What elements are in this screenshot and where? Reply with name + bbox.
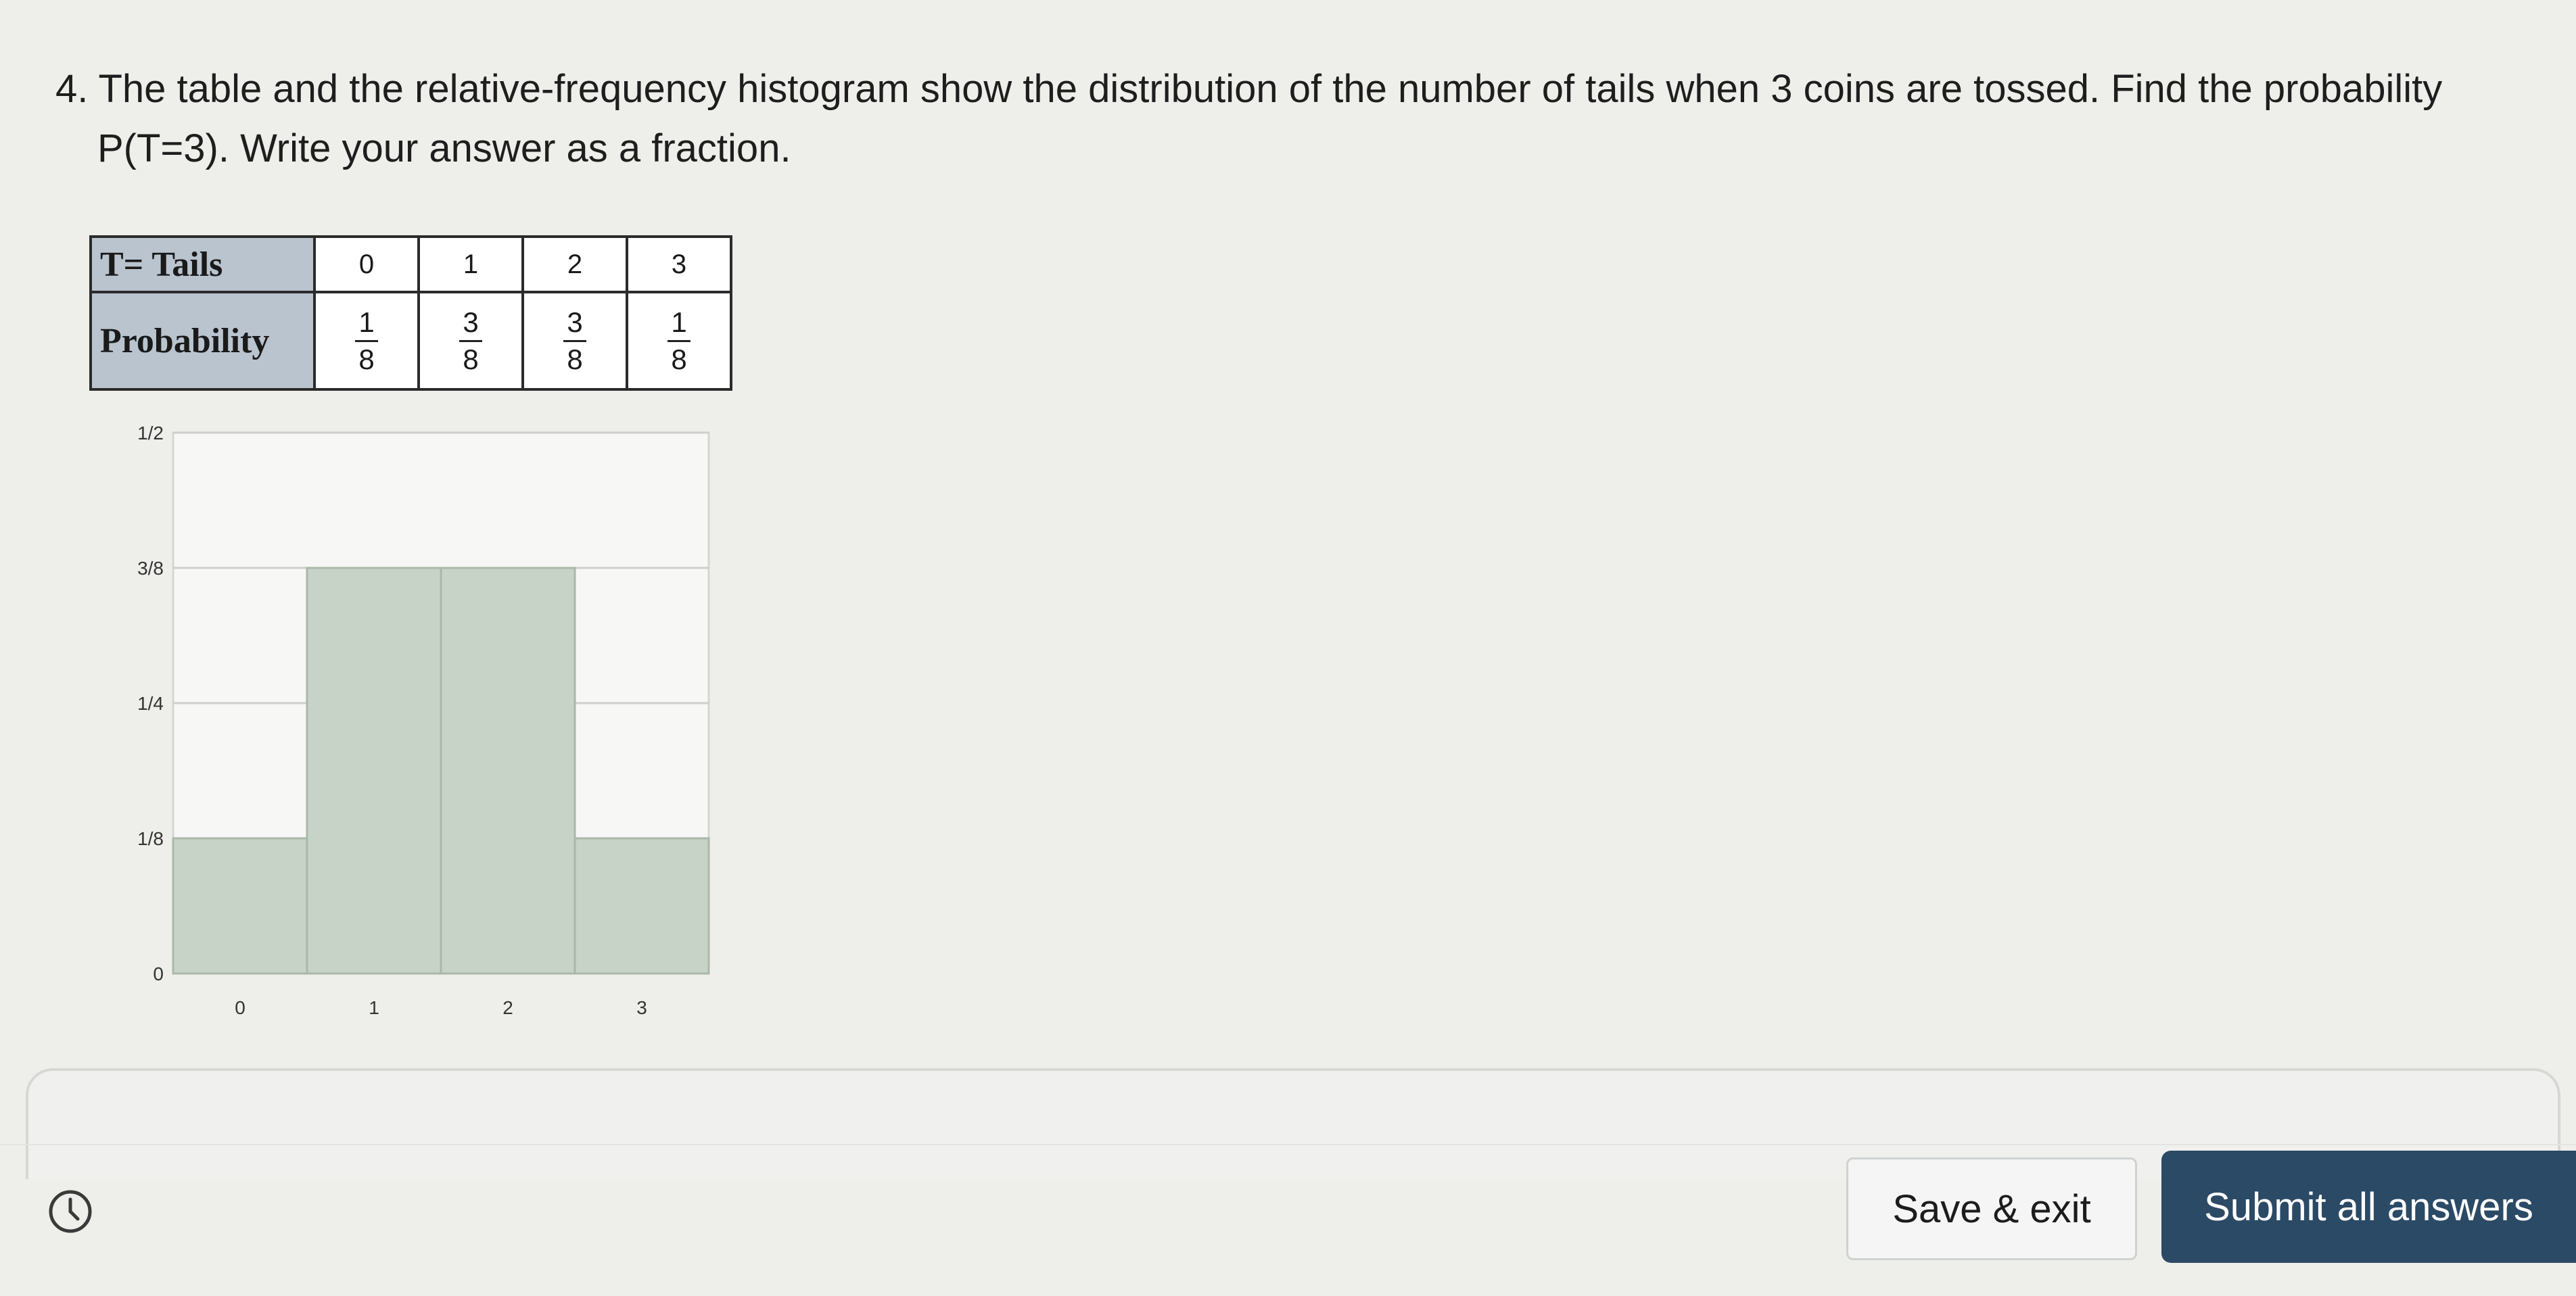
fraction-numerator: 3 [567, 306, 583, 338]
question-line-2: P(T=3). Write your answer as a fraction. [97, 126, 791, 170]
table-cell-t1: 1 [417, 235, 524, 293]
histogram-bar [172, 837, 308, 975]
fraction-bar [354, 339, 378, 342]
table-cell-t3: 3 [626, 235, 732, 293]
histogram-bar [440, 567, 576, 975]
y-tick-label: 0 [153, 963, 164, 984]
fraction-bar [459, 339, 482, 342]
fraction: 1 8 [354, 306, 378, 376]
y-tick-label: 1/8 [137, 828, 164, 849]
save-exit-button[interactable]: Save & exit [1846, 1157, 2137, 1260]
probability-table: T= Tails 0 1 2 3 Probability 1 8 3 8 3 8… [89, 235, 732, 391]
fraction: 1 8 [667, 306, 690, 376]
question-text: 4. The table and the relative-frequency … [55, 59, 2490, 178]
table-header-tails: T= Tails [89, 235, 316, 293]
fraction-numerator: 1 [358, 306, 375, 338]
table-header-probability: Probability [89, 291, 316, 391]
table-row-probability: Probability 1 8 3 8 3 8 1 8 [89, 291, 732, 391]
fraction: 3 8 [563, 306, 586, 376]
footer-divider [0, 1144, 2576, 1145]
fraction: 3 8 [459, 306, 482, 376]
fraction-bar [667, 339, 690, 342]
table-cell-p3: 1 8 [626, 291, 732, 391]
histogram-bar [573, 837, 710, 975]
table-cell-p0: 1 8 [313, 291, 420, 391]
question-line-1: 4. The table and the relative-frequency … [55, 67, 2443, 111]
submit-all-answers-button[interactable]: Submit all answers [2161, 1151, 2576, 1263]
table-row-tails: T= Tails 0 1 2 3 [89, 235, 732, 293]
fraction-bar [563, 339, 586, 342]
histogram-bar [306, 567, 442, 975]
fraction-numerator: 1 [671, 306, 687, 338]
table-cell-t0: 0 [313, 235, 420, 293]
x-tick-label: 3 [636, 997, 647, 1018]
x-tick-label: 0 [235, 997, 245, 1018]
chart-x-tick-labels: 0 1 2 3 [235, 997, 647, 1018]
y-tick-label: 1/4 [137, 693, 164, 714]
fraction-numerator: 3 [463, 306, 479, 338]
table-cell-p1: 3 8 [417, 291, 524, 391]
chart-y-tick-labels: 0 1/8 1/4 3/8 1/2 [137, 423, 164, 984]
fraction-denominator: 8 [463, 343, 479, 375]
y-tick-label: 3/8 [137, 558, 164, 579]
fraction-denominator: 8 [671, 343, 687, 375]
relative-frequency-histogram: 0 1/8 1/4 3/8 1/2 0 1 2 3 [137, 423, 710, 1018]
x-tick-label: 2 [502, 997, 513, 1018]
y-tick-label: 1/2 [137, 423, 164, 443]
clock-icon[interactable] [47, 1189, 93, 1234]
table-cell-t2: 2 [521, 235, 628, 293]
fraction-denominator: 8 [358, 343, 375, 375]
table-cell-p2: 3 8 [521, 291, 628, 391]
fraction-denominator: 8 [567, 343, 583, 375]
x-tick-label: 1 [369, 997, 379, 1018]
